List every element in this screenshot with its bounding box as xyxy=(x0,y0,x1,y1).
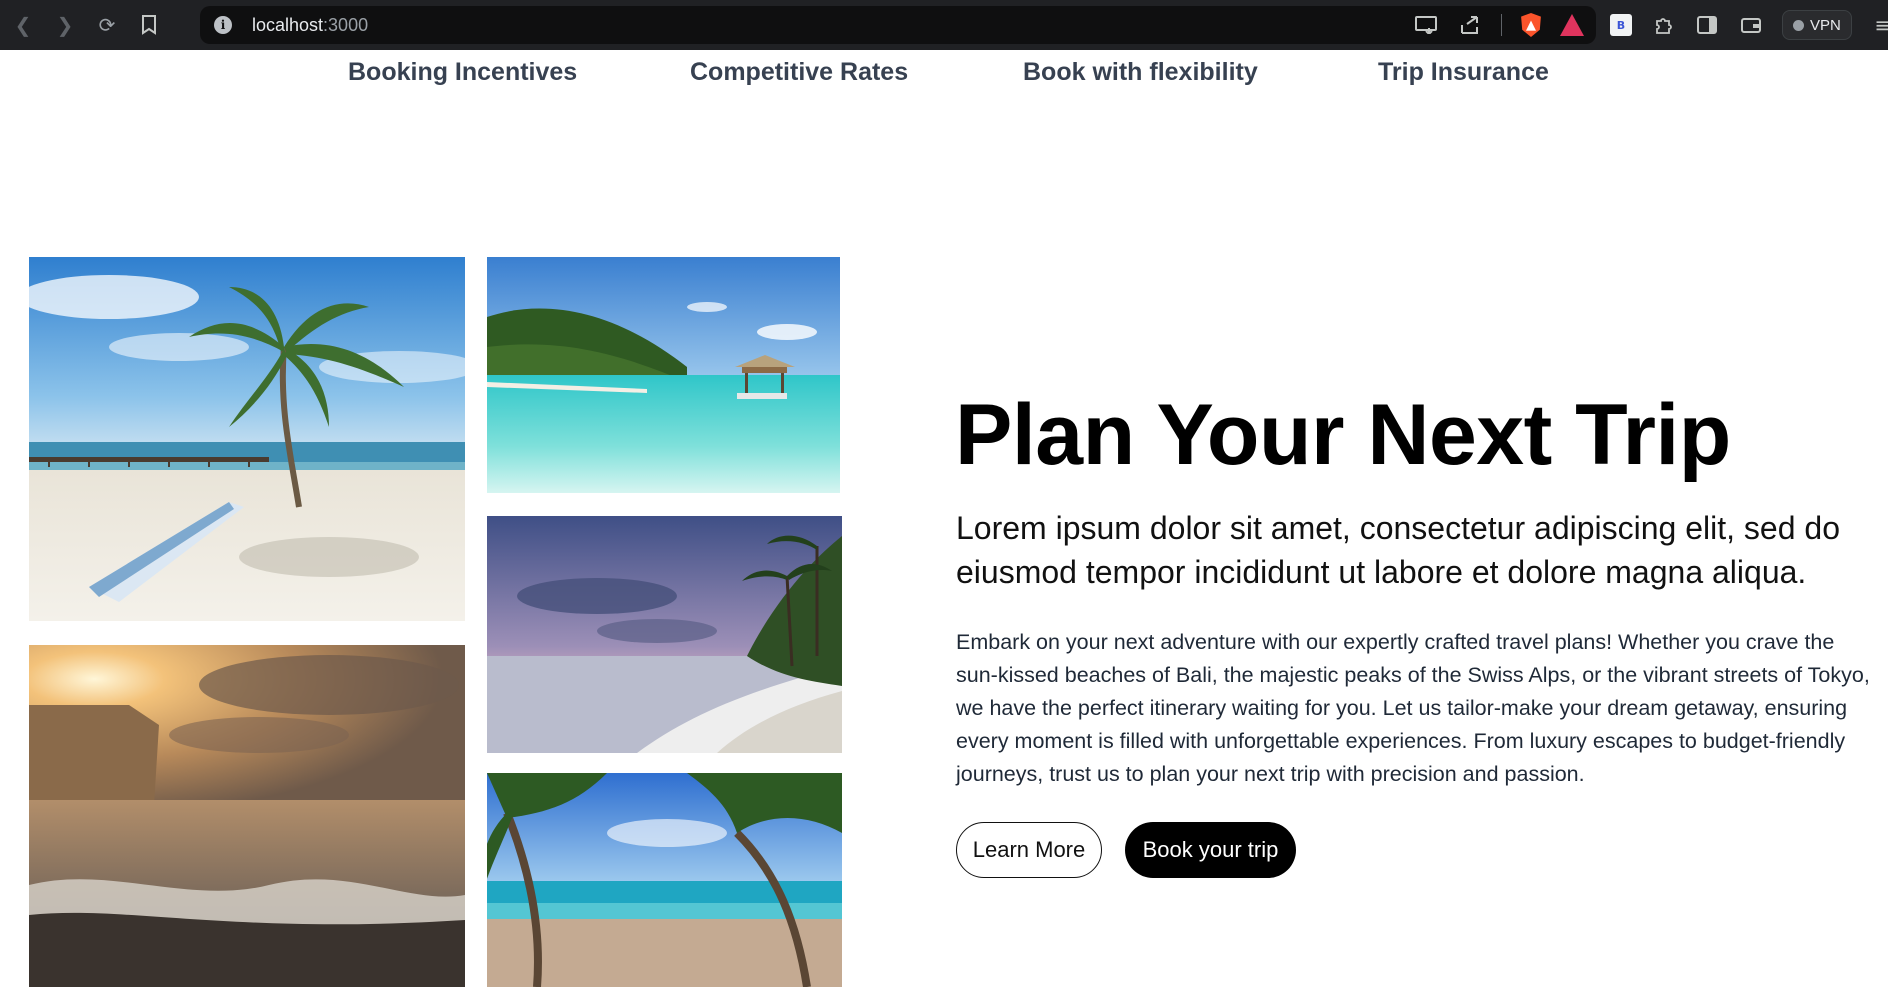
brave-shield-icon[interactable]: ▲ xyxy=(1521,13,1541,37)
share-icon[interactable] xyxy=(1457,12,1483,38)
rewards-icon[interactable] xyxy=(1560,14,1584,36)
url-port: :3000 xyxy=(323,14,369,35)
extensions-icon[interactable] xyxy=(1650,12,1676,38)
url-host: localhost xyxy=(252,14,324,35)
site-nav: Booking Incentives Competitive Rates Boo… xyxy=(0,50,1888,100)
extension-b-icon[interactable]: B xyxy=(1610,14,1632,36)
nav-link-book-with-flexibility[interactable]: Book with flexibility xyxy=(1023,58,1258,87)
browser-toolbar: ❮ ❯ ⟳ i localhost:3000 ▲ B VPN ≡ xyxy=(0,0,1888,50)
hero-body: Embark on your next adventure with our e… xyxy=(956,630,1870,786)
wallet-icon[interactable] xyxy=(1738,12,1764,38)
book-your-trip-button[interactable]: Book your trip xyxy=(1125,822,1296,878)
vpn-status-icon xyxy=(1793,19,1804,31)
info-icon[interactable]: i xyxy=(214,16,232,34)
gallery-image-palm-sea xyxy=(487,773,842,987)
back-icon[interactable]: ❮ xyxy=(4,6,42,44)
menu-icon[interactable]: ≡ xyxy=(1870,12,1888,38)
hero-lead: Lorem ipsum dolor sit amet, consectetur … xyxy=(956,510,1840,590)
vpn-button[interactable]: VPN xyxy=(1782,10,1852,40)
address-bar[interactable]: i localhost:3000 ▲ xyxy=(200,6,1596,44)
gallery-image-dusk-beach xyxy=(487,516,842,753)
cast-icon[interactable] xyxy=(1413,12,1439,38)
nav-link-booking-incentives[interactable]: Booking Incentives xyxy=(348,58,577,87)
nav-link-competitive-rates[interactable]: Competitive Rates xyxy=(690,58,908,87)
gallery-image-lagoon xyxy=(487,257,840,493)
sidebar-icon[interactable] xyxy=(1694,12,1720,38)
toolbar-divider xyxy=(1501,14,1502,36)
learn-more-button[interactable]: Learn More xyxy=(956,822,1102,878)
forward-icon[interactable]: ❯ xyxy=(46,6,84,44)
url-text: localhost:3000 xyxy=(252,15,368,36)
reload-icon[interactable]: ⟳ xyxy=(88,6,126,44)
nav-link-trip-insurance[interactable]: Trip Insurance xyxy=(1378,58,1549,87)
gallery-image-palm-beach xyxy=(29,257,465,621)
vpn-label: VPN xyxy=(1810,16,1841,34)
hero-title: Plan Your Next Trip xyxy=(955,387,1731,483)
bookmark-icon[interactable] xyxy=(130,6,168,44)
gallery-image-sunset-shore xyxy=(29,645,465,987)
